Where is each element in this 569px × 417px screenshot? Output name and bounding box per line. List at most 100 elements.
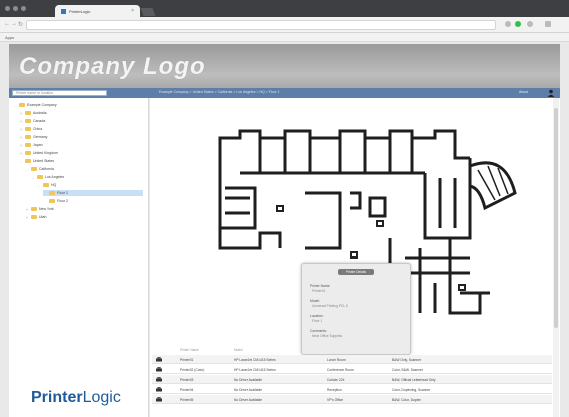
- breadcrumb-item[interactable]: HQ: [259, 90, 264, 94]
- collapse-icon[interactable]: -: [13, 103, 17, 108]
- tree-item[interactable]: + Japan: [19, 142, 143, 148]
- table-header: Printer Name Model: [152, 346, 552, 354]
- folder-icon: [31, 215, 37, 219]
- tree-item[interactable]: + Utah: [25, 214, 143, 220]
- expand-icon[interactable]: +: [25, 207, 29, 212]
- column-header[interactable]: Printer Name: [180, 348, 199, 352]
- table-row[interactable]: Printer04 No Driver Available Reception Col…: [152, 385, 552, 394]
- new-tab-button[interactable]: [140, 8, 156, 16]
- expand-icon[interactable]: +: [19, 151, 23, 156]
- minimize-window-icon[interactable]: [13, 6, 18, 11]
- scrollbar-thumb[interactable]: [554, 108, 558, 328]
- tree-item[interactable]: - Example Company: [13, 102, 143, 108]
- menu-icon[interactable]: [545, 21, 551, 27]
- expand-icon[interactable]: +: [19, 135, 23, 140]
- reload-icon[interactable]: ↻: [18, 21, 23, 28]
- table-cell: Reception: [327, 388, 342, 392]
- breadcrumb-item[interactable]: California: [218, 90, 233, 94]
- folder-icon: [31, 207, 37, 211]
- table-cell: Color, Duplexing, Scanner: [392, 388, 431, 392]
- tree-item-label: China: [33, 127, 43, 131]
- tree-item[interactable]: + Germany: [19, 134, 143, 140]
- breadcrumb-item[interactable]: United States: [193, 90, 214, 94]
- tree-item[interactable]: + United Kingdom: [19, 150, 143, 156]
- popup-title: Printer Details: [338, 269, 374, 275]
- expand-icon[interactable]: +: [19, 143, 23, 148]
- folder-icon: [25, 159, 31, 163]
- printer-marker[interactable]: [376, 220, 384, 227]
- column-header[interactable]: Model: [234, 348, 243, 352]
- about-link[interactable]: About: [519, 90, 528, 94]
- table-row[interactable]: Printer03 No Driver Available Cubicle 224 B…: [152, 375, 552, 384]
- expand-icon[interactable]: +: [19, 127, 23, 132]
- bookmark-apps[interactable]: Apps: [5, 35, 14, 40]
- expand-icon[interactable]: +: [25, 215, 29, 220]
- printer-icon: [156, 357, 162, 362]
- popup-field-label: Comments:: [310, 329, 327, 333]
- table-row[interactable]: Printer02 (Color) HP LaserJet CM1415 Seri…: [152, 365, 552, 374]
- tree-item[interactable]: Floor 2: [43, 198, 143, 204]
- back-icon[interactable]: ←: [4, 21, 10, 27]
- printer-icon: [156, 367, 162, 372]
- close-tab-icon[interactable]: ×: [131, 8, 134, 14]
- user-icon[interactable]: [547, 89, 555, 97]
- printer-marker[interactable]: [276, 205, 284, 212]
- breadcrumb-item[interactable]: Example Company: [159, 90, 189, 94]
- bookmark-star-icon[interactable]: [527, 21, 533, 27]
- printer-marker[interactable]: [350, 251, 358, 259]
- tree-item[interactable]: - United States: [19, 158, 143, 164]
- wall-center-block: [305, 191, 342, 250]
- tree-item[interactable]: + New York: [25, 206, 143, 212]
- breadcrumb-item[interactable]: Floor 1: [269, 90, 280, 94]
- table-cell: Printer05: [180, 398, 194, 402]
- collapse-icon[interactable]: -: [25, 167, 29, 172]
- maximize-window-icon[interactable]: [21, 6, 26, 11]
- tree-item[interactable]: - HQ: [37, 182, 143, 188]
- floor-map-panel: Printer Details Printer Name: Printer01 …: [150, 98, 560, 417]
- popup-field-label: Printer Name:: [310, 284, 331, 288]
- table-row[interactable]: Printer05 No Driver Available VP's Office B…: [152, 395, 552, 404]
- table-cell: Cubicle 224: [327, 378, 345, 382]
- browser-toolbar: ← → ↻: [0, 17, 569, 33]
- breadcrumb-item[interactable]: Los Angeles: [236, 90, 255, 94]
- tree-item-label: United States: [33, 159, 55, 163]
- extension-icon[interactable]: [505, 21, 511, 27]
- expand-icon[interactable]: +: [19, 111, 23, 116]
- status-extension-icon[interactable]: [515, 21, 521, 27]
- tree-item[interactable]: - Los Angeles: [31, 174, 143, 180]
- collapse-icon[interactable]: -: [37, 183, 41, 188]
- walls-rooms-top: [258, 138, 414, 173]
- close-window-icon[interactable]: [5, 6, 10, 11]
- tree-item[interactable]: + Canada: [19, 118, 143, 124]
- tree-item[interactable]: Floor 1: [43, 190, 143, 196]
- scrollbar[interactable]: [553, 98, 559, 417]
- printer-icon: [156, 397, 162, 402]
- forward-icon[interactable]: →: [11, 21, 17, 27]
- address-bar[interactable]: [26, 20, 496, 30]
- table-row[interactable]: Printer01 HP LaserJet CM1415 Series Lunch …: [152, 355, 552, 364]
- tree-item[interactable]: + Australia: [19, 110, 143, 116]
- table-cell: No Driver Available: [234, 398, 262, 402]
- collapse-icon[interactable]: -: [19, 159, 23, 164]
- walls-right-rooms: [438, 178, 457, 228]
- expand-icon[interactable]: +: [19, 119, 23, 124]
- tree-item-label: Japan: [33, 143, 43, 147]
- printer-marker[interactable]: [458, 284, 466, 291]
- tree-item[interactable]: - California: [25, 166, 143, 172]
- printer-details-popup: Printer Details Printer Name: Printer01 …: [301, 263, 411, 355]
- table-cell: HP LaserJet CM1415 Series: [234, 368, 276, 372]
- tree-item-label: New York: [39, 207, 54, 211]
- table-cell: B&W Only, Scanner: [392, 358, 422, 362]
- table-cell: Conference Room: [327, 368, 354, 372]
- search-placeholder: Printer name or location: [16, 91, 54, 95]
- folder-icon: [25, 127, 31, 131]
- table-cell: Printer01: [180, 358, 194, 362]
- tree-item-label: Utah: [39, 215, 47, 219]
- tree-item[interactable]: + China: [19, 126, 143, 132]
- collapse-icon[interactable]: -: [31, 175, 35, 180]
- browser-title-bar: PrinterLogic ×: [0, 0, 569, 17]
- wall-top: [218, 129, 470, 178]
- popup-field-label: Location:: [310, 314, 324, 318]
- browser-tab[interactable]: PrinterLogic ×: [55, 5, 140, 17]
- search-input[interactable]: Printer name or location: [12, 90, 107, 96]
